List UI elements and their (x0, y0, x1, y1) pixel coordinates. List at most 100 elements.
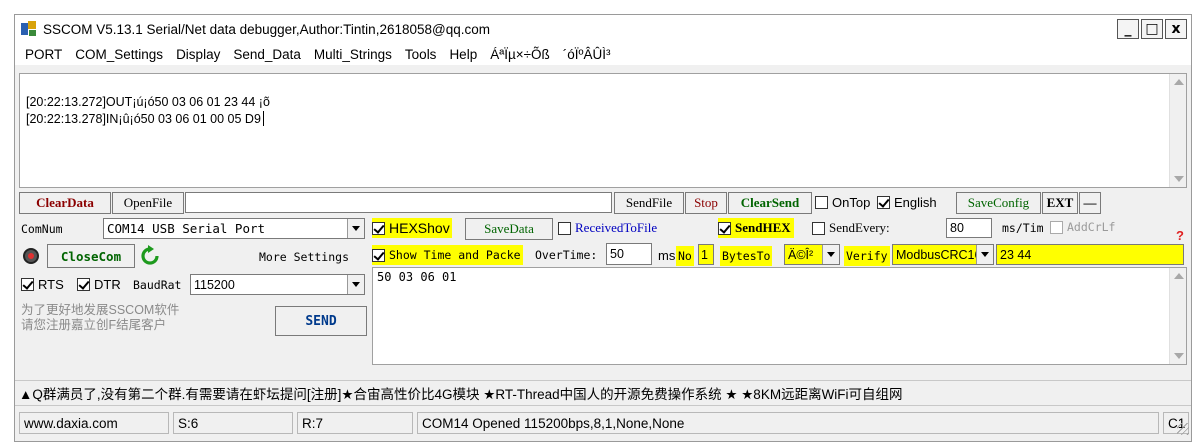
scroll-down-arrow-icon[interactable] (1174, 353, 1184, 359)
menu-com-settings[interactable]: COM_Settings (75, 47, 163, 62)
send-hex-label: SendHEX (735, 220, 791, 235)
send-file-button[interactable]: SendFile (614, 192, 684, 214)
show-time-option[interactable]: Show Time and Packe (372, 245, 523, 265)
clear-send-button[interactable]: ClearSend (728, 192, 812, 214)
resize-grip-icon[interactable] (1177, 423, 1189, 435)
window-title: SSCOM V5.13.1 Serial/Net data debugger,A… (43, 21, 490, 37)
add-crlf-checkbox[interactable] (1050, 220, 1063, 234)
promo-text: 为了更好地发展SSCOM软件 请您注册嘉立创F结尾客户 (21, 303, 179, 333)
app-logo-icon (21, 21, 37, 37)
open-file-button[interactable]: OpenFile (112, 192, 184, 214)
save-data-button[interactable]: SaveData (465, 218, 553, 240)
receive-scrollbar[interactable] (1169, 74, 1186, 187)
received-to-file-label: ReceivedToFile (575, 220, 658, 235)
collapse-button[interactable]: — (1079, 192, 1101, 214)
chevron-down-icon[interactable] (976, 245, 993, 264)
dtr-option[interactable]: DTR (77, 277, 121, 292)
no-input[interactable]: 1 (698, 244, 714, 265)
show-time-checkbox[interactable] (372, 248, 385, 262)
status-bar: www.daxia.com S:6 R:7 COM14 Opened 11520… (15, 408, 1191, 438)
sscom-window: SSCOM V5.13.1 Serial/Net data debugger,A… (14, 14, 1192, 442)
on-top-option[interactable]: OnTop (815, 195, 870, 210)
bytes-to-select[interactable]: Ä©Î² (784, 244, 840, 265)
baud-rate-select[interactable]: 115200 (190, 274, 365, 295)
refresh-icon[interactable] (139, 245, 161, 267)
ext-button[interactable]: EXT (1042, 192, 1078, 214)
file-path-input[interactable] (185, 192, 612, 213)
save-config-button[interactable]: SaveConfig (956, 192, 1041, 214)
send-every-input[interactable]: 80 (946, 218, 992, 238)
send-input-area[interactable]: 50 03 06 01 (372, 267, 1187, 365)
promo-line-1: 为了更好地发展SSCOM软件 (21, 303, 180, 317)
scroll-up-arrow-icon[interactable] (1174, 79, 1184, 85)
baud-label: BaudRat (133, 278, 182, 292)
send-hex-checkbox[interactable] (718, 221, 731, 235)
dtr-checkbox[interactable] (77, 278, 90, 291)
receive-area[interactable]: [20:22:13.272]OUT¡ú¡ó50 03 06 01 23 44 ¡… (19, 73, 1187, 188)
send-button[interactable]: SEND (275, 306, 367, 336)
show-time-label: Show Time and Packe (389, 248, 521, 262)
overtime-input[interactable]: 50 (606, 243, 652, 265)
text-caret (262, 111, 264, 126)
rts-option[interactable]: RTS (21, 277, 64, 292)
send-every-option[interactable]: SendEvery: (812, 220, 890, 236)
com-port-select[interactable]: COM14 USB Serial Port (103, 218, 365, 239)
chevron-down-icon[interactable] (822, 245, 839, 264)
ms-label: ms (658, 248, 676, 263)
bytes-to-value: Ä©Î² (788, 247, 814, 262)
menu-tools[interactable]: Tools (405, 47, 437, 62)
rts-checkbox[interactable] (21, 278, 34, 291)
send-hex-option[interactable]: SendHEX (718, 218, 794, 238)
send-scrollbar[interactable] (1169, 268, 1186, 364)
menu-multi-strings[interactable]: Multi_Strings (314, 47, 392, 62)
close-button[interactable]: x (1165, 19, 1187, 39)
port-state: COM14 Opened 115200bps,8,1,None,None (417, 412, 1159, 434)
website-link[interactable]: www.daxia.com (19, 412, 169, 434)
maximize-button[interactable]: □ (1141, 19, 1163, 39)
minimize-button[interactable]: _ (1117, 19, 1139, 39)
receive-line-in: [20:22:13.278]IN¡û¡ó50 03 06 01 00 05 D9 (26, 111, 270, 128)
english-option[interactable]: English (877, 195, 937, 210)
menu-contact-author[interactable]: ÁªÏµ×÷Õß (490, 47, 550, 62)
file-toolbar: ClearData OpenFile SendFile Stop ClearSe… (19, 192, 1187, 214)
menu-port[interactable]: PORT (25, 47, 62, 62)
received-to-file-checkbox[interactable] (558, 221, 571, 235)
menu-forum[interactable]: ´óÏºÂÛÌ³ (563, 47, 611, 62)
english-checkbox[interactable] (877, 196, 890, 209)
promo-line-2: 请您注册嘉立创F结尾客户 (21, 318, 167, 332)
menu-send-data[interactable]: Send_Data (233, 47, 301, 62)
menu-help[interactable]: Help (449, 47, 477, 62)
port-status-indicator (23, 248, 39, 264)
close-com-button[interactable]: CloseCom (47, 244, 135, 268)
english-label: English (894, 195, 937, 210)
receive-line-in-text: [20:22:13.278]IN¡û¡ó50 03 06 01 00 05 D9 (26, 112, 261, 126)
ms-tim-label: ms/Tim (1002, 221, 1044, 235)
send-input-text: 50 03 06 01 (377, 270, 457, 284)
overtime-label: OverTime: (535, 248, 598, 262)
received-to-file-option[interactable]: ReceivedToFile (558, 220, 657, 236)
on-top-checkbox[interactable] (815, 196, 828, 209)
bytes-to-label: BytesTo (720, 246, 773, 266)
receive-log: [20:22:13.272]OUT¡ú¡ó50 03 06 01 23 44 ¡… (26, 94, 270, 128)
clear-data-button[interactable]: ClearData (19, 192, 111, 214)
hex-show-option[interactable]: HEXShov (372, 218, 452, 238)
menu-display[interactable]: Display (176, 47, 220, 62)
help-question-icon[interactable]: ? (1176, 228, 1184, 243)
chevron-down-icon[interactable] (347, 275, 364, 294)
send-every-checkbox[interactable] (812, 221, 825, 235)
news-ticker[interactable]: ▲Q群满员了,没有第二个群.有需要请在虾坛提问[注册]★合宙高性价比4G模块 ★… (15, 380, 1191, 406)
menu-bar: PORT COM_Settings Display Send_Data Mult… (15, 43, 1191, 65)
hex-show-checkbox[interactable] (372, 221, 385, 235)
chevron-down-icon[interactable] (347, 219, 364, 238)
verify-select[interactable]: ModbusCRC16 (892, 244, 994, 265)
stop-button[interactable]: Stop (685, 192, 727, 214)
received-count: R:7 (297, 412, 413, 434)
add-crlf-label: AddCrLf (1067, 220, 1116, 234)
refresh-ports-button[interactable] (139, 245, 161, 267)
scroll-down-arrow-icon[interactable] (1174, 176, 1184, 182)
add-crlf-option[interactable]: AddCrLf (1050, 220, 1115, 234)
crc-value-field: 23 44 (996, 244, 1184, 265)
baud-rate-value: 115200 (194, 277, 235, 292)
scroll-up-arrow-icon[interactable] (1174, 273, 1184, 279)
more-settings-button[interactable]: More Settings (241, 246, 367, 268)
